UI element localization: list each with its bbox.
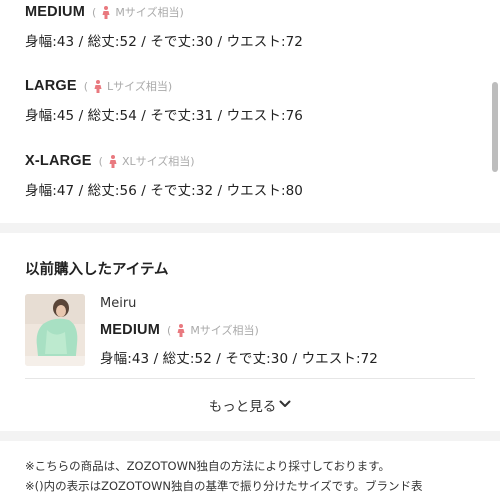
show-more-label: もっと見る: [208, 399, 277, 415]
section-divider: [0, 223, 500, 233]
person-icon: [109, 154, 117, 168]
purchased-item[interactable]: Meiru MEDIUM ( Mサイズ相当 ) 身幅:43 / 総丈:52 / …: [25, 294, 475, 368]
note-line: ※()内の表示はZOZOTOWN独自の基準で振り分けたサイズです。ブランド表: [25, 479, 423, 493]
size-name: LARGE: [25, 78, 77, 94]
item-info: Meiru MEDIUM ( Mサイズ相当 ) 身幅:43 / 総丈:52 / …: [100, 294, 475, 368]
brand-name: Meiru: [100, 296, 137, 311]
size-hint: ( XLサイズ相当 ): [98, 154, 195, 168]
note-line: ※こちらの商品は、ZOZOTOWN独自の方法により採寸しております。: [25, 459, 390, 473]
item-thumbnail[interactable]: [25, 294, 85, 366]
person-icon: [94, 79, 102, 93]
item-size-name: MEDIUM: [100, 322, 161, 338]
person-icon: [102, 5, 110, 19]
show-more-button[interactable]: もっと見る: [0, 394, 500, 416]
size-name: X-LARGE: [25, 153, 92, 169]
size-row-x-large: X-LARGE ( XLサイズ相当 ) 身幅:47 / 総丈:56 / そで丈:…: [25, 151, 303, 199]
chevron-down-icon: [279, 397, 291, 413]
size-row-large: LARGE ( Lサイズ相当 ) 身幅:45 / 総丈:54 / そで丈:31 …: [25, 76, 303, 124]
size-hint: ( Lサイズ相当 ): [83, 79, 173, 93]
size-measurements: 身幅:43 / 総丈:52 / そで丈:30 / ウエスト:72: [25, 34, 303, 50]
size-hint-text: Mサイズ相当: [115, 6, 180, 19]
item-measurements: 身幅:43 / 総丈:52 / そで丈:30 / ウエスト:72: [100, 351, 378, 367]
person-icon: [177, 323, 185, 337]
size-hint: ( Mサイズ相当 ): [92, 5, 184, 19]
size-row-medium: MEDIUM ( Mサイズ相当 ) 身幅:43 / 総丈:52 / そで丈:30…: [25, 2, 303, 50]
size-measurements: 身幅:47 / 総丈:56 / そで丈:32 / ウエスト:80: [25, 183, 303, 199]
section-divider: [0, 431, 500, 441]
size-hint: ( Mサイズ相当 ): [167, 323, 259, 337]
row-separator: [25, 378, 475, 379]
section-title: 以前購入したアイテム: [25, 262, 169, 278]
size-measurements: 身幅:45 / 総丈:54 / そで丈:31 / ウエスト:76: [25, 108, 303, 124]
size-hint-text: Mサイズ相当: [190, 324, 255, 337]
size-notes: ※こちらの商品は、ZOZOTOWN独自の方法により採寸しております。 ※()内の…: [25, 456, 475, 496]
scrollbar[interactable]: [492, 82, 498, 172]
size-hint-text: XLサイズ相当: [121, 155, 191, 168]
size-hint-text: Lサイズ相当: [107, 80, 168, 93]
size-name: MEDIUM: [25, 4, 86, 20]
